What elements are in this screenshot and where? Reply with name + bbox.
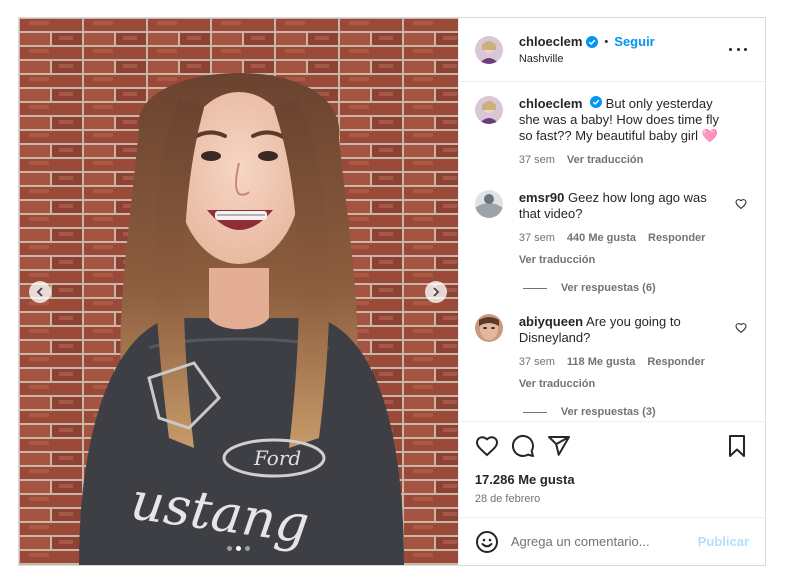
avatar[interactable] bbox=[474, 314, 503, 342]
carousel-dot bbox=[226, 546, 232, 551]
post-side-panel: chloeclem • Seguir Nashville chloeclem B… bbox=[457, 18, 765, 565]
post-photo: Ford ustang bbox=[19, 18, 458, 565]
avatar-image bbox=[474, 190, 503, 218]
comment-username[interactable]: emsr90 bbox=[519, 190, 565, 205]
view-replies-button[interactable]: Ver respuestas (6) bbox=[522, 282, 749, 294]
post-actions: 17.286 Me gusta 28 de febrero bbox=[458, 421, 765, 517]
view-replies-label: Ver respuestas (3) bbox=[560, 406, 656, 418]
post-header: chloeclem • Seguir Nashville bbox=[458, 18, 765, 82]
post-media[interactable]: Ford ustang bbox=[19, 18, 458, 565]
view-replies-button[interactable]: Ver respuestas (3) bbox=[522, 406, 749, 418]
comment-item: abiyqueen Are you going to Disneyland? 3… bbox=[474, 314, 749, 392]
comment-time: 37 sem bbox=[518, 232, 555, 244]
comment-input[interactable] bbox=[510, 534, 698, 549]
comments-section[interactable]: chloeclem But only yesterday she was a b… bbox=[459, 82, 765, 421]
previous-slide-button[interactable] bbox=[29, 281, 51, 303]
sweatshirt-sub-text: Ford bbox=[253, 446, 301, 470]
bookmark-icon[interactable] bbox=[725, 434, 749, 458]
chevron-right-icon bbox=[433, 287, 440, 297]
see-translation-link[interactable]: Ver traducción bbox=[519, 252, 595, 268]
verified-badge-icon bbox=[590, 96, 603, 108]
avatar-image bbox=[474, 35, 503, 64]
caption-time: 37 sem bbox=[518, 154, 555, 166]
more-options-icon[interactable] bbox=[729, 40, 747, 58]
publish-button[interactable]: Publicar bbox=[698, 534, 749, 549]
post-date: 28 de febrero bbox=[474, 493, 541, 505]
caption: chloeclem But only yesterday she was a b… bbox=[474, 96, 749, 168]
carousel-dot-active bbox=[235, 546, 241, 551]
location-link[interactable]: Nashville bbox=[519, 53, 655, 65]
view-replies-label: Ver respuestas (6) bbox=[560, 282, 656, 294]
caption-username[interactable]: chloeclem bbox=[519, 96, 583, 111]
see-translation-link[interactable]: Ver traducción bbox=[519, 376, 595, 392]
verified-badge-icon bbox=[586, 35, 599, 48]
emoji-icon[interactable] bbox=[475, 530, 499, 554]
reply-button[interactable]: Responder bbox=[648, 230, 705, 246]
follow-button[interactable]: Seguir bbox=[614, 34, 654, 49]
share-icon[interactable] bbox=[547, 434, 571, 458]
heart-icon[interactable] bbox=[475, 434, 499, 458]
see-translation-link[interactable]: Ver traducción bbox=[567, 152, 643, 168]
carousel-dot bbox=[244, 546, 250, 551]
comment-likes[interactable]: 118 Me gusta bbox=[567, 354, 635, 370]
comment-username[interactable]: abiyqueen bbox=[519, 314, 583, 329]
comment-likes[interactable]: 440 Me gusta bbox=[567, 230, 636, 246]
like-comment-heart-icon[interactable] bbox=[735, 198, 747, 210]
avatar[interactable] bbox=[474, 96, 503, 124]
comment-item: emsr90 Geez how long ago was that video?… bbox=[474, 190, 749, 268]
reply-button[interactable]: Responder bbox=[647, 354, 704, 370]
add-comment-bar: Publicar bbox=[458, 517, 765, 565]
avatar-image bbox=[474, 96, 503, 124]
carousel-indicator bbox=[19, 546, 458, 551]
replies-divider bbox=[522, 411, 547, 413]
separator-dot: • bbox=[604, 35, 609, 48]
chevron-left-icon bbox=[36, 287, 43, 297]
avatar-image bbox=[474, 314, 503, 342]
replies-divider bbox=[522, 287, 547, 289]
header-username[interactable]: chloeclem bbox=[519, 34, 583, 49]
next-slide-button[interactable] bbox=[425, 281, 447, 303]
instagram-post: Ford ustang chloeclem • Seguir Nashville… bbox=[18, 17, 766, 566]
avatar[interactable] bbox=[474, 35, 503, 64]
likes-count[interactable]: 17.286 Me gusta bbox=[475, 472, 749, 487]
like-comment-heart-icon[interactable] bbox=[735, 322, 747, 334]
comment-icon[interactable] bbox=[511, 434, 535, 458]
avatar[interactable] bbox=[474, 190, 503, 218]
comment-time: 37 sem bbox=[518, 356, 555, 368]
